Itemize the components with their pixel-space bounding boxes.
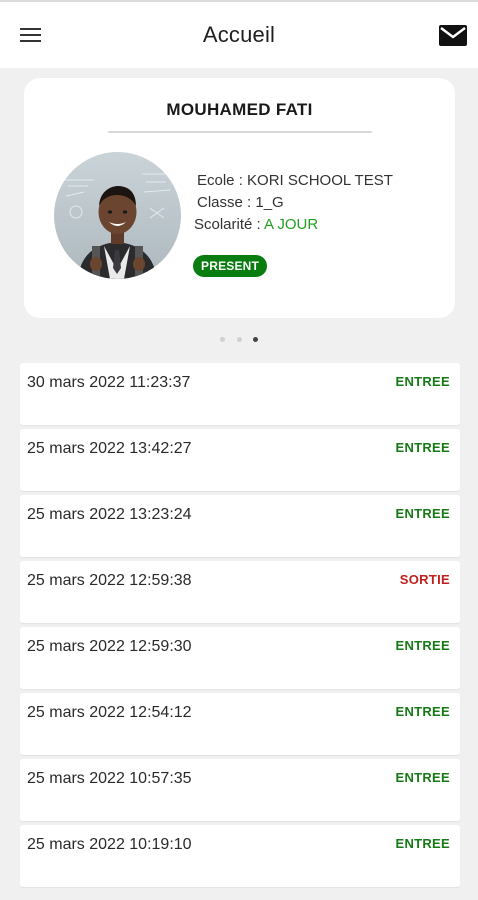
log-type-label: ENTREE: [395, 770, 450, 785]
log-type-label: ENTREE: [395, 506, 450, 521]
log-timestamp: 25 mars 2022 12:59:30: [27, 638, 192, 655]
envelope-icon[interactable]: [439, 25, 467, 46]
scolarite-label: Scolarité :: [194, 216, 265, 233]
page-title: Accueil: [202, 22, 276, 47]
scolarite-line: Scolarité : A JOUR: [194, 216, 318, 233]
log-timestamp: 30 mars 2022 11:23:37: [27, 374, 191, 391]
log-type-label: ENTREE: [395, 836, 450, 851]
log-timestamp: 25 mars 2022 10:19:10: [27, 836, 192, 853]
log-row[interactable]: 25 mars 2022 13:23:24 ENTREE: [20, 495, 460, 557]
log-row[interactable]: 25 mars 2022 12:59:38 SORTIE: [20, 561, 460, 623]
class-line: Classe : 1_G: [197, 194, 284, 211]
pager-dot[interactable]: [237, 337, 242, 342]
log-type-label: SORTIE: [399, 572, 450, 587]
log-type-label: ENTREE: [395, 638, 450, 653]
log-row[interactable]: 25 mars 2022 13:42:27 ENTREE: [20, 429, 460, 491]
log-row[interactable]: 25 mars 2022 10:57:35 ENTREE: [20, 759, 460, 821]
log-timestamp: 25 mars 2022 12:54:12: [27, 704, 192, 721]
school-line: Ecole : KORI SCHOOL TEST: [197, 172, 393, 189]
app-screen: Accueil MOUHAMED FATI Ecole: KORI SCHOO…: [0, 0, 478, 900]
pager-dot-active[interactable]: [253, 337, 258, 342]
log-row[interactable]: 30 mars 2022 11:23:37 ENTREE: [20, 363, 460, 425]
log-timestamp: 25 mars 2022 10:57:35: [27, 770, 192, 787]
log-type-label: ENTREE: [395, 374, 450, 389]
log-timestamp: 25 mars 2022 13:23:24: [27, 506, 192, 523]
log-timestamp: 25 mars 2022 13:42:27: [27, 440, 192, 457]
log-timestamp: 25 mars 2022 12:59:38: [27, 572, 192, 589]
log-row[interactable]: 25 mars 2022 12:59:30 ENTREE: [20, 627, 460, 689]
student-name: MOUHAMED FATI: [166, 100, 313, 119]
log-row[interactable]: 25 mars 2022 10:19:10 ENTREE: [20, 825, 460, 887]
name-divider: [108, 131, 372, 133]
top-app-bar: Accueil: [0, 0, 478, 68]
student-profile-card[interactable]: MOUHAMED FATI Ecole: KORI SCHOOL TEST C…: [24, 78, 455, 318]
pager-dot[interactable]: [220, 337, 225, 342]
log-type-label: ENTREE: [395, 440, 450, 455]
student-avatar: [54, 152, 181, 279]
presence-status-badge: PRESENT: [193, 255, 268, 277]
scolarite-status: A JOUR: [264, 216, 319, 233]
log-row[interactable]: 25 mars 2022 12:54:12 ENTREE: [20, 693, 460, 755]
log-type-label: ENTREE: [395, 704, 450, 719]
